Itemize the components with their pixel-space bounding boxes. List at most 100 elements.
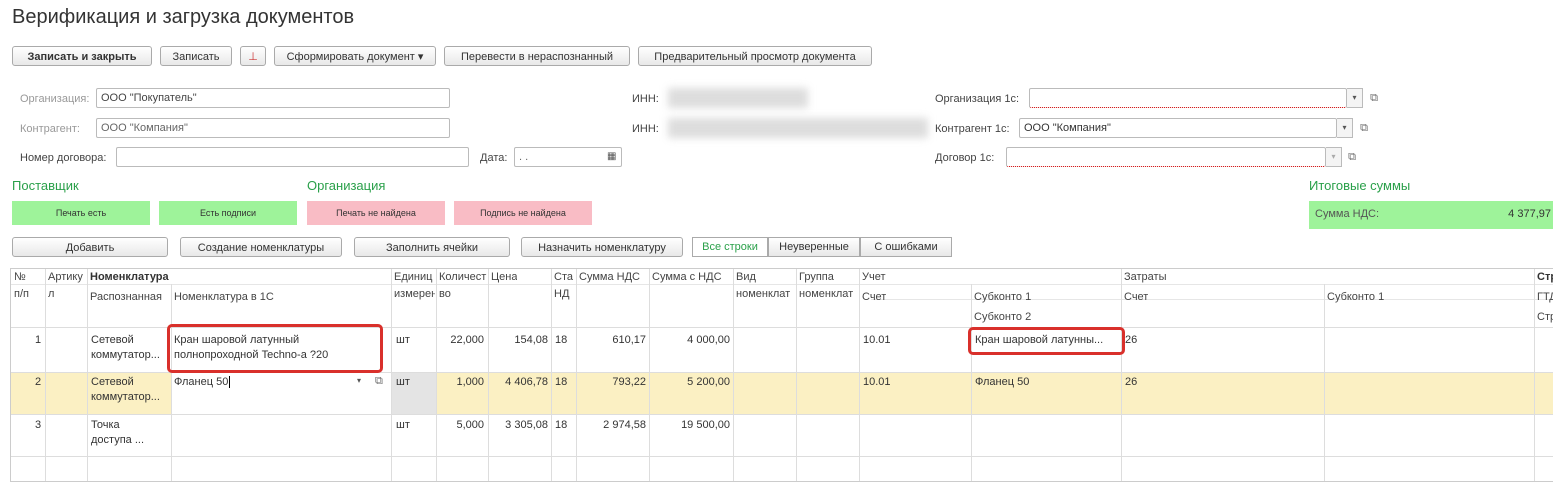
col-unit[interactable]: Единиц: [394, 271, 435, 283]
page-title: Верификация и загрузка документов: [12, 6, 355, 28]
row3-recog2: доступа ...: [91, 434, 144, 446]
row3-num: 3: [35, 419, 42, 431]
inn-label: ИНН:: [632, 93, 659, 105]
write-close-button[interactable]: Записать и закрыть: [12, 46, 152, 66]
form-document-button[interactable]: Сформировать документ ▾: [274, 46, 436, 66]
row2-unit: шт: [396, 376, 410, 388]
col-recog[interactable]: Распознанная: [90, 291, 162, 303]
col-rate2: НД: [554, 288, 570, 300]
col-group[interactable]: Группа: [799, 271, 834, 283]
dogovor1c-open-icon[interactable]: ⧉: [1344, 147, 1360, 167]
row2-cost-acc: 26: [1125, 376, 1138, 388]
col-sum-vat[interactable]: Сумма с НДС: [652, 271, 722, 283]
row3-unit: шт: [396, 419, 410, 431]
row2-num: 2: [35, 376, 42, 388]
row3-vat: 2 974,58: [603, 419, 646, 431]
col-gtd[interactable]: ГТД: [1537, 291, 1553, 303]
row2-recog: Сетевой: [91, 376, 134, 388]
col-nom[interactable]: Номенклатура: [90, 271, 169, 283]
col-str[interactable]: Стр: [1537, 271, 1553, 283]
row2-rate: 18: [555, 376, 568, 388]
org-label: Организация:: [20, 93, 90, 105]
col-sub1[interactable]: Субконто 1: [974, 291, 1031, 303]
items-grid[interactable]: № п/п Артику л Номенклатура Распознанная…: [10, 268, 1553, 482]
row2-sum: 5 200,00: [687, 376, 730, 388]
dogovor1c-dropdown-icon[interactable]: ▾: [1326, 147, 1342, 167]
row2-vat: 793,22: [612, 376, 646, 388]
col-kind2: номенклат: [736, 288, 791, 300]
col-cost-acc[interactable]: Счет: [1124, 291, 1148, 303]
col-num[interactable]: №: [14, 271, 26, 283]
row1-num: 1: [35, 334, 42, 346]
kontr1c-open-icon[interactable]: ⧉: [1356, 118, 1372, 138]
inn2-label: ИНН:: [632, 123, 659, 135]
row3-price: 3 305,08: [505, 419, 548, 431]
row2-sub1: Фланец 50: [975, 376, 1030, 388]
row2-nom1c[interactable]: Фланец 50: [174, 376, 231, 388]
col-group2: номенклат: [799, 288, 854, 300]
row1-recog2: коммутатор...: [91, 349, 160, 361]
row3-recog: Точка: [91, 419, 120, 431]
col-art[interactable]: Артику: [48, 271, 86, 283]
row2-open-icon[interactable]: ⧉: [375, 375, 383, 388]
add-button[interactable]: Добавить: [12, 237, 168, 257]
create-nom-button[interactable]: Создание номенклатуры: [180, 237, 342, 257]
row1-acc: 10.01: [863, 334, 891, 346]
col-price[interactable]: Цена: [491, 271, 517, 283]
highlight-nom1c: [167, 324, 383, 373]
col-vat-sum[interactable]: Сумма НДС: [579, 271, 640, 283]
vat-total-label: Сумма НДС:: [1315, 208, 1380, 220]
row1-cost-acc: 26: [1125, 334, 1138, 346]
org1c-open-icon[interactable]: ⧉: [1366, 88, 1382, 108]
col-nom1c[interactable]: Номенклатура в 1С: [174, 291, 274, 303]
vat-total-value: 4 377,97: [1508, 208, 1551, 220]
filter-all-rows[interactable]: Все строки: [692, 237, 768, 257]
col-str2: Стр: [1537, 311, 1553, 323]
col-rate[interactable]: Ста: [554, 271, 575, 283]
col-acc-acc[interactable]: Счет: [862, 291, 886, 303]
fill-cells-button[interactable]: Заполнить ячейки: [354, 237, 510, 257]
kontr1c-field[interactable]: ООО "Компания": [1019, 118, 1337, 138]
col-cost[interactable]: Затраты: [1124, 271, 1167, 283]
dogovor-label: Номер договора:: [20, 152, 107, 164]
row1-sum: 4 000,00: [687, 334, 730, 346]
col-sub2[interactable]: Субконто 2: [974, 311, 1031, 323]
inn2-blurred: [668, 118, 928, 138]
date-field[interactable]: . .: [514, 147, 622, 167]
row1-unit: шт: [396, 334, 410, 346]
kontr1c-dropdown-icon[interactable]: ▾: [1337, 118, 1353, 138]
filter-uncertain[interactable]: Неуверенные: [768, 237, 860, 257]
preview-button[interactable]: Предварительный просмотр документа: [638, 46, 872, 66]
row1-qty: 22,000: [450, 334, 484, 346]
sign-yes-badge: Есть подписи: [159, 201, 297, 225]
form-document-label: Сформировать документ: [286, 51, 415, 63]
dogovor1c-label: Договор 1с:: [935, 152, 995, 164]
col-kind[interactable]: Вид: [736, 271, 756, 283]
row3-qty: 5,000: [456, 419, 484, 431]
calendar-icon[interactable]: ▦: [607, 151, 616, 162]
assign-nom-button[interactable]: Назначить номенклатуру: [521, 237, 683, 257]
dogovor1c-field[interactable]: [1006, 147, 1326, 167]
col-acc[interactable]: Учет: [862, 271, 886, 283]
structure-icon[interactable]: ⊥: [240, 46, 266, 66]
kontr-label: Контрагент:: [20, 123, 80, 135]
col-qty[interactable]: Количест: [439, 271, 487, 283]
inn-blurred: [668, 88, 808, 108]
kontr-field[interactable]: ООО "Компания": [96, 118, 450, 138]
totals-heading: Итоговые суммы: [1309, 178, 1411, 193]
org1c-label: Организация 1с:: [935, 93, 1020, 105]
row2-recog2: коммутатор...: [91, 391, 160, 403]
row1-rate: 18: [555, 334, 568, 346]
dogovor-field[interactable]: [116, 147, 469, 167]
filter-errors[interactable]: С ошибками: [860, 237, 952, 257]
kontr1c-label: Контрагент 1с:: [935, 123, 1010, 135]
col-cost-sub1[interactable]: Субконто 1: [1327, 291, 1384, 303]
row2-dropdown-icon[interactable]: ▾: [357, 376, 361, 385]
print-yes-badge: Печать есть: [12, 201, 150, 225]
org-field[interactable]: ООО "Покупатель": [96, 88, 450, 108]
write-button[interactable]: Записать: [160, 46, 232, 66]
org1c-dropdown-icon[interactable]: ▾: [1347, 88, 1363, 108]
col-art2: л: [48, 288, 55, 300]
org1c-field[interactable]: [1029, 88, 1347, 108]
to-unrecognized-button[interactable]: Перевести в нераспознанный: [444, 46, 630, 66]
